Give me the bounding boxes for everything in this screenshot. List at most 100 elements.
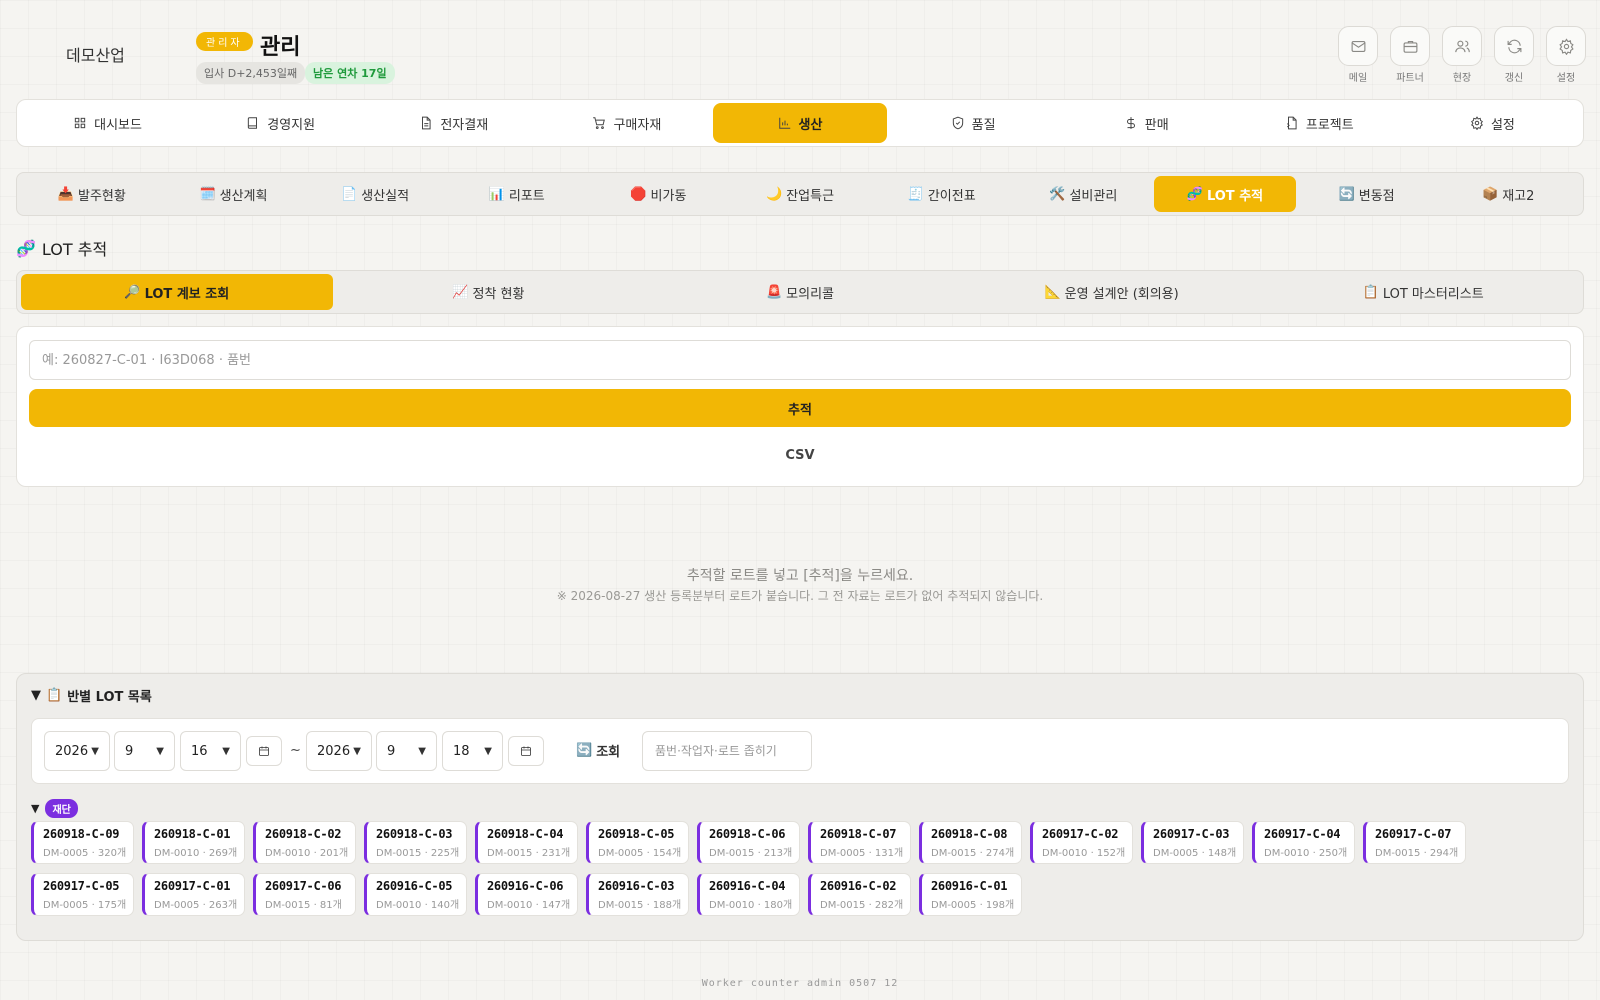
from-year-select[interactable]: 2026 ▼ (44, 731, 110, 771)
lot-meta: DM-0005 · 131개 (820, 848, 904, 859)
lot-code: 260916-C-01 (931, 879, 1008, 893)
tab-lot-masterlist[interactable]: 📋 LOT 마스터리스트 (1267, 274, 1579, 310)
lot-code: 260918-C-08 (931, 827, 1008, 841)
to-year-select[interactable]: 2026 ▼ (306, 731, 372, 771)
lot-card[interactable]: 260918-C-06 DM-0015 · 213개 (697, 821, 800, 864)
lot-card[interactable]: 260916-C-04 DM-0010 · 180개 (697, 873, 800, 916)
lot-card[interactable]: 260917-C-03 DM-0005 · 148개 (1141, 821, 1244, 864)
lot-meta: DM-0015 · 231개 (487, 848, 571, 859)
tab-mock-recall[interactable]: 🚨 모의리콜 (644, 274, 956, 310)
tab-operation-design[interactable]: 📐 운영 설계안 (회의용) (956, 274, 1268, 310)
lot-code: 260916-C-02 (820, 879, 897, 893)
lot-card[interactable]: 260916-C-02 DM-0015 · 282개 (808, 873, 911, 916)
nav-purchasing[interactable]: 구매자재 (540, 103, 713, 143)
track-button[interactable]: 추적 (29, 389, 1571, 427)
lot-meta: DM-0010 · 180개 (709, 900, 793, 911)
mail-button[interactable]: 메일 (1338, 26, 1378, 84)
subnav-simple-slip[interactable]: 🧾 간이전표 (871, 176, 1013, 212)
briefcase-icon[interactable] (1390, 26, 1430, 66)
lot-code: 260917-C-05 (43, 879, 120, 893)
lot-card[interactable]: 260916-C-06 DM-0010 · 147개 (475, 873, 578, 916)
lot-card[interactable]: 260918-C-01 DM-0010 · 269개 (142, 821, 245, 864)
from-day-select[interactable]: 16 ▼ (180, 731, 241, 771)
site-label: 현장 (1452, 73, 1472, 84)
nav-dashboard[interactable]: 대시보드 (21, 103, 194, 143)
lot-list-toggle[interactable]: ▼ 📋 반별 LOT 목록 (31, 686, 152, 705)
subnav-downtime[interactable]: 🛑 비가동 (588, 176, 730, 212)
to-month-select[interactable]: 9 ▼ (376, 731, 437, 771)
tab-lineage-lookup[interactable]: 🔎 LOT 계보 조회 (21, 274, 333, 310)
dna-icon: 🧬 (16, 238, 36, 258)
nav-label: 설정 (1490, 117, 1515, 133)
lot-card[interactable]: 260918-C-05 DM-0005 · 154개 (586, 821, 689, 864)
to-calendar-button[interactable] (508, 736, 544, 766)
lot-card[interactable]: 260918-C-09 DM-0005 · 320개 (31, 821, 134, 864)
subnav-inventory2[interactable]: 📦 재고2 (1437, 176, 1579, 212)
lot-card[interactable]: 260917-C-04 DM-0010 · 250개 (1252, 821, 1355, 864)
lot-meta: DM-0015 · 274개 (931, 848, 1015, 859)
lot-filter-input[interactable] (642, 731, 812, 771)
group-header-cutting[interactable]: ▼ 재단 (31, 799, 78, 818)
lot-meta: DM-0015 · 294개 (1375, 848, 1459, 859)
shield-icon (952, 116, 963, 130)
collapse-triangle-icon: ▼ (31, 688, 41, 703)
lot-code: 260918-C-07 (820, 827, 897, 841)
lot-card[interactable]: 260916-C-05 DM-0010 · 140개 (364, 873, 467, 916)
lot-code: 260917-C-02 (1042, 827, 1119, 841)
lot-card[interactable]: 260918-C-03 DM-0015 · 225개 (364, 821, 467, 864)
refresh-button[interactable]: 갱신 (1494, 26, 1534, 84)
nav-management[interactable]: 경영지원 (194, 103, 367, 143)
lot-meta: DM-0010 · 201개 (265, 848, 349, 859)
nav-approval[interactable]: 전자결재 (367, 103, 540, 143)
lot-card[interactable]: 260917-C-07 DM-0015 · 294개 (1363, 821, 1466, 864)
lot-card[interactable]: 260917-C-02 DM-0010 · 152개 (1030, 821, 1133, 864)
refresh-icon[interactable] (1494, 26, 1534, 66)
subnav-report[interactable]: 📊 리포트 (446, 176, 588, 212)
nav-settings[interactable]: 설정 (1406, 103, 1579, 143)
gear-icon[interactable] (1546, 26, 1586, 66)
nav-project[interactable]: 프로젝트 (1233, 103, 1406, 143)
to-day-select[interactable]: 18 ▼ (442, 731, 503, 771)
nav-production[interactable]: 생산 (713, 103, 887, 143)
lot-meta: DM-0015 · 282개 (820, 900, 904, 911)
lot-tabs: 🔎 LOT 계보 조회 📈 정착 현황 🚨 모의리콜 📐 운영 설계안 (회의용) 📋 L… (16, 270, 1584, 314)
from-month-select[interactable]: 9 ▼ (114, 731, 175, 771)
lot-search-input[interactable] (29, 340, 1571, 380)
chevron-down-icon: ▼ (156, 745, 164, 757)
subnav-equipment[interactable]: 🛠️ 설비관리 (1012, 176, 1154, 212)
lot-card[interactable]: 260918-C-02 DM-0010 · 201개 (253, 821, 356, 864)
subnav-change-points[interactable]: 🔄 변동점 (1296, 176, 1438, 212)
from-calendar-button[interactable] (246, 736, 282, 766)
chevron-down-icon: ▼ (91, 745, 99, 757)
lot-card[interactable]: 260918-C-04 DM-0015 · 231개 (475, 821, 578, 864)
mail-icon[interactable] (1338, 26, 1378, 66)
grid-icon (74, 117, 86, 129)
settings-button[interactable]: 설정 (1546, 26, 1586, 84)
lot-card[interactable]: 260917-C-06 DM-0015 · 81개 (253, 873, 356, 916)
nav-sales[interactable]: 판매 (1060, 103, 1233, 143)
partner-button[interactable]: 파트너 (1390, 26, 1430, 84)
lot-card[interactable]: 260916-C-01 DM-0005 · 198개 (919, 873, 1022, 916)
subnav-lot-tracking[interactable]: 🧬 LOT 추적 (1154, 176, 1296, 212)
lot-card[interactable]: 260918-C-08 DM-0015 · 274개 (919, 821, 1022, 864)
query-button[interactable]: 🔄 조회 (576, 741, 620, 760)
file-icon (1286, 116, 1297, 130)
subnav-production-results[interactable]: 📄 생산실적 (304, 176, 446, 212)
lot-card[interactable]: 260916-C-03 DM-0015 · 188개 (586, 873, 689, 916)
subnav-order-status[interactable]: 📥 발주현황 (21, 176, 163, 212)
shift-lot-list-panel: ▼ 📋 반별 LOT 목록 2026 ▼ 9 ▼ 16 ▼ ~ 2026 ▼ 9 ▼ 18… (16, 673, 1584, 941)
tab-adoption-status[interactable]: 📈 정착 현황 (333, 274, 645, 310)
lot-card[interactable]: 260918-C-07 DM-0005 · 131개 (808, 821, 911, 864)
site-button[interactable]: 현장 (1442, 26, 1482, 84)
lot-card[interactable]: 260917-C-05 DM-0005 · 175개 (31, 873, 134, 916)
lot-card[interactable]: 260917-C-01 DM-0005 · 263개 (142, 873, 245, 916)
subnav-overtime[interactable]: 🌙 잔업특근 (729, 176, 871, 212)
nav-quality[interactable]: 품질 (887, 103, 1060, 143)
lot-code: 260918-C-01 (154, 827, 231, 841)
csv-button[interactable]: CSV (29, 437, 1571, 473)
header-actions: 메일 파트너 현장 갱신 설정 (1338, 26, 1586, 84)
subnav-production-plan[interactable]: 🗓️ 생산계획 (163, 176, 305, 212)
users-icon[interactable] (1442, 26, 1482, 66)
lot-code: 260918-C-03 (376, 827, 453, 841)
lot-search-card: 추적 CSV (16, 326, 1584, 487)
